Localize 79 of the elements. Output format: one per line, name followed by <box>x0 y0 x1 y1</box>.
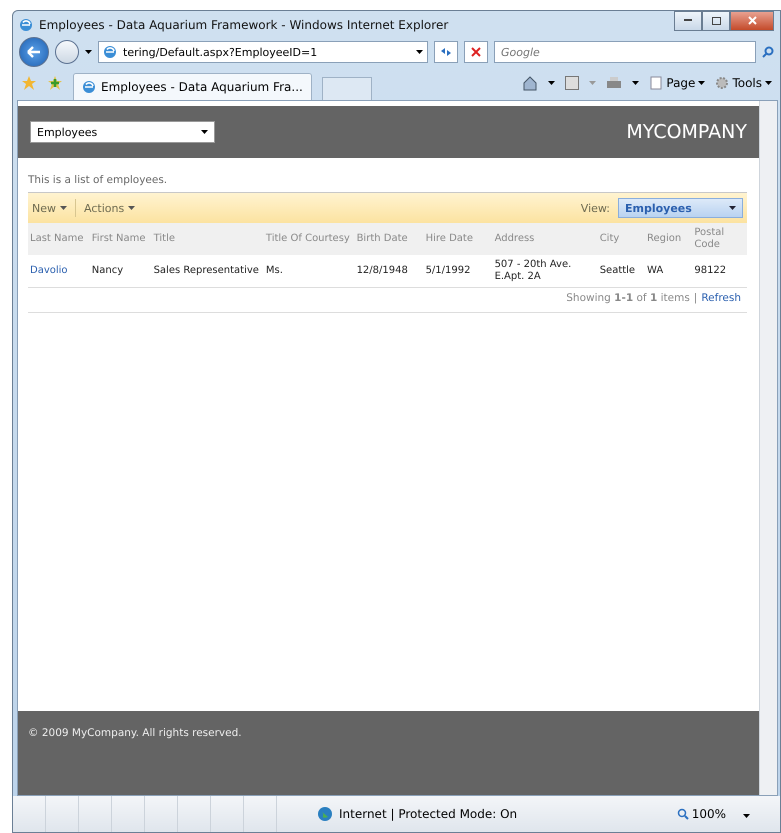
maximize-button[interactable] <box>702 10 730 30</box>
table-cell: 5/1/1992 <box>424 255 493 288</box>
star-icon[interactable] <box>21 75 37 91</box>
caret-icon <box>632 81 640 85</box>
table-cell: Sales Representative <box>152 255 264 288</box>
table-cell: 98122 <box>692 255 747 288</box>
column-header[interactable]: Title <box>152 223 264 255</box>
printer-icon[interactable] <box>606 76 622 90</box>
pager-text: Showing 1-1 of 1 items <box>566 292 690 304</box>
window-title: Employees - Data Aquarium Framework - Windows Internet Explorer <box>39 18 450 32</box>
caret-icon <box>729 206 736 210</box>
caret-icon <box>416 50 423 54</box>
zone-text: Internet | Protected Mode: On <box>339 807 518 821</box>
column-header[interactable]: Address <box>492 223 598 255</box>
page-icon <box>649 76 664 90</box>
caret-icon <box>698 81 706 85</box>
minimize-icon <box>684 19 692 22</box>
search-field[interactable]: Google <box>494 41 756 63</box>
column-header[interactable]: First Name <box>90 223 152 255</box>
command-menu[interactable]: Tools <box>715 76 772 90</box>
search-icon[interactable] <box>762 46 774 58</box>
scrollbar[interactable] <box>759 101 777 795</box>
magnifier-icon <box>676 808 689 820</box>
globe-e-icon <box>103 45 117 59</box>
minimize-button[interactable] <box>674 10 702 30</box>
brand-name: MYCOMPANY <box>626 121 747 143</box>
table-cell: Ms. <box>264 255 355 288</box>
view-label: View: <box>580 202 610 214</box>
forward-button[interactable] <box>55 40 79 64</box>
close-icon <box>748 16 756 25</box>
star-plus-icon[interactable] <box>47 75 63 91</box>
browser-tab[interactable]: Employees - Data Aquarium Fra... <box>73 73 312 100</box>
column-header[interactable]: Birth Date <box>354 223 424 255</box>
column-header[interactable]: Last Name <box>28 223 90 255</box>
employee-link[interactable]: Davolio <box>30 265 68 276</box>
home-icon[interactable] <box>522 75 538 91</box>
maximize-icon <box>712 16 720 24</box>
caret-icon <box>548 81 556 85</box>
column-header[interactable]: Hire Date <box>424 223 493 255</box>
column-header[interactable]: Title Of Courtesy <box>264 223 355 255</box>
close-button[interactable] <box>730 10 774 30</box>
gear-icon <box>715 76 730 90</box>
caret-icon <box>765 81 772 85</box>
table-cell: 507 - 20th Ave. E.Apt. 2A <box>492 255 598 288</box>
refresh-link[interactable]: Refresh <box>701 292 741 304</box>
employee-link-cell[interactable]: Davolio <box>28 255 90 288</box>
table-cell: WA <box>645 255 692 288</box>
copyright-text: © 2009 MyCompany. All rights reserved. <box>28 727 242 739</box>
action-menu[interactable]: New <box>32 202 67 214</box>
globe-e-icon <box>82 80 96 94</box>
table-cell: Nancy <box>90 255 152 288</box>
column-header[interactable]: City <box>598 223 646 255</box>
column-header[interactable]: Postal Code <box>692 223 747 255</box>
command-menu[interactable]: Page <box>649 76 706 90</box>
refresh-arrows-icon <box>439 46 453 58</box>
history-caret-icon <box>85 50 92 54</box>
caret-icon <box>201 130 208 134</box>
globe-e-icon <box>19 18 33 32</box>
table-cell: 12/8/1948 <box>354 255 424 288</box>
column-header[interactable]: Region <box>645 223 692 255</box>
refresh-button[interactable] <box>434 41 458 63</box>
zoom-control[interactable]: 100% <box>676 807 750 821</box>
address-field[interactable]: tering/Default.aspx?EmployeeID=1 <box>98 41 428 63</box>
view-selector[interactable]: Employees <box>618 198 743 218</box>
stop-button[interactable] <box>464 41 488 63</box>
caret-icon <box>60 206 67 210</box>
action-menu[interactable]: Actions <box>84 202 136 214</box>
caret-icon <box>128 206 136 210</box>
table-cell: Seattle <box>598 255 646 288</box>
globe-icon <box>317 806 333 822</box>
feed-icon[interactable] <box>565 76 580 90</box>
description-text: This is a list of employees. <box>28 174 168 186</box>
caret-icon <box>743 814 750 818</box>
page-selector[interactable]: Employees <box>30 121 215 143</box>
back-arrow-icon <box>27 46 41 58</box>
stop-x-icon <box>471 47 481 57</box>
caret-icon <box>589 81 596 85</box>
back-button[interactable] <box>19 37 49 67</box>
separator-text: | <box>694 292 698 304</box>
